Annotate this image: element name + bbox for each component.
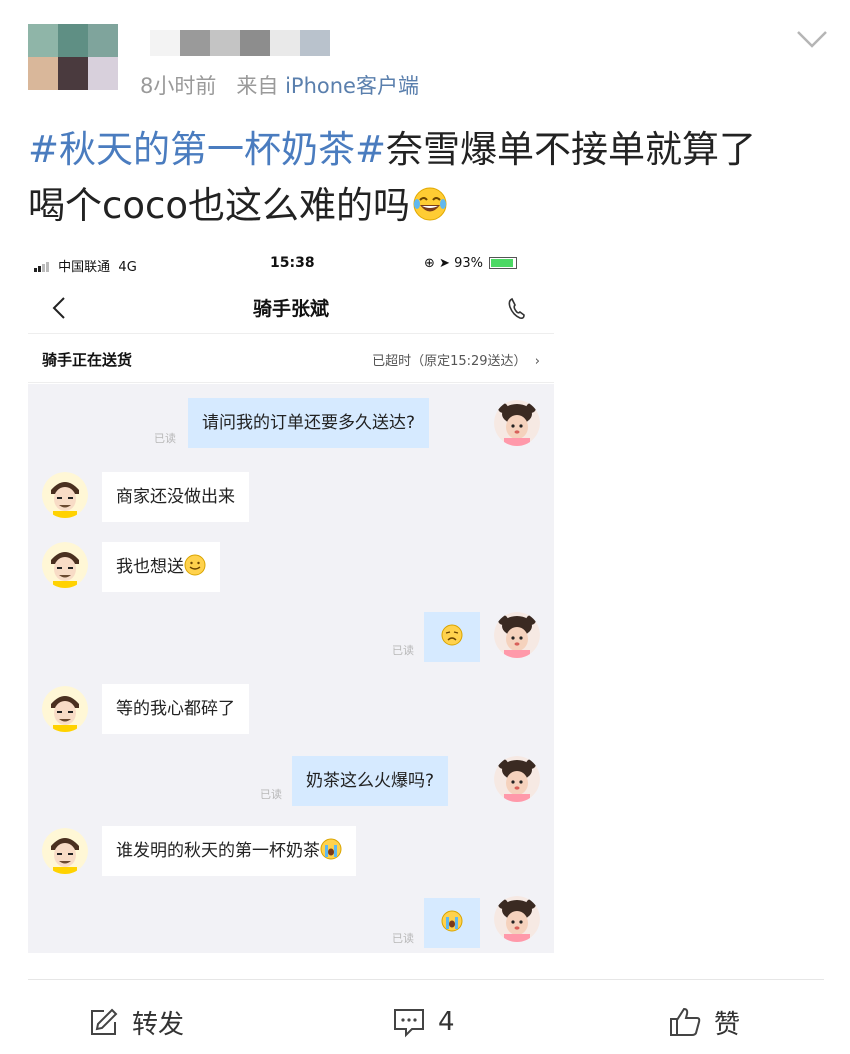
cry-emoji-icon bbox=[441, 910, 463, 932]
rider-avatar[interactable] bbox=[42, 828, 88, 874]
username[interactable] bbox=[150, 30, 330, 56]
cry-emoji-icon bbox=[320, 838, 342, 860]
phone-status-bar: 中国联通 4G 15:38 ⊕ ➤ 93% bbox=[28, 248, 554, 282]
chat-area: 已读 请问我的订单还要多久送达? 商家还没做出来 我也想送 已读 等的我心都碎了 bbox=[28, 384, 554, 953]
rider-avatar[interactable] bbox=[42, 472, 88, 518]
chat-bubble-text: 我也想送 bbox=[116, 557, 184, 577]
post-source[interactable]: iPhone客户端 bbox=[285, 74, 419, 98]
post-header: 8小时前 来自 iPhone客户端 bbox=[0, 0, 850, 110]
read-receipt: 已读 bbox=[392, 644, 414, 657]
read-receipt: 已读 bbox=[392, 932, 414, 945]
chevron-right-icon: › bbox=[534, 354, 540, 369]
chat-bubble-rider[interactable]: 等的我心都碎了 bbox=[102, 684, 249, 734]
chat-bubble-rider[interactable]: 谁发明的秋天的第一杯奶茶 bbox=[102, 826, 356, 876]
footer-divider bbox=[28, 979, 824, 980]
post-meta: 8小时前 来自 iPhone客户端 bbox=[140, 70, 419, 100]
status-time: 15:38 bbox=[270, 255, 315, 271]
chat-navbar: 骑手张斌 bbox=[28, 282, 554, 334]
user-avatar[interactable] bbox=[28, 24, 118, 90]
signal-icon bbox=[34, 261, 50, 276]
chat-bubble-me[interactable] bbox=[424, 612, 480, 662]
chat-bubble-me[interactable]: 奶茶这么火爆吗? bbox=[292, 756, 449, 806]
like-button[interactable]: 赞 bbox=[668, 1002, 740, 1042]
rider-avatar[interactable] bbox=[42, 542, 88, 588]
post-text-line2: 喝个coco也这么难的吗 bbox=[28, 184, 410, 227]
repost-icon bbox=[91, 1008, 118, 1035]
user-chat-avatar[interactable] bbox=[494, 756, 540, 802]
embedded-chat-screenshot[interactable]: 中国联通 4G 15:38 ⊕ ➤ 93% 骑手张斌 骑手正在送货 已超时（原定… bbox=[28, 248, 554, 953]
user-chat-avatar[interactable] bbox=[494, 400, 540, 446]
read-receipt: 已读 bbox=[154, 432, 176, 445]
like-label: 赞 bbox=[714, 1009, 741, 1040]
read-receipt: 已读 bbox=[260, 788, 282, 801]
laugh-cry-emoji-icon bbox=[413, 187, 447, 221]
chat-bubble-rider[interactable]: 我也想送 bbox=[102, 542, 220, 592]
chat-bubble-me[interactable]: 请问我的订单还要多久送达? bbox=[188, 398, 430, 448]
thumbs-up-icon bbox=[670, 1007, 701, 1036]
alarm-icon: ⊕ bbox=[424, 256, 435, 271]
post-time: 8小时前 bbox=[140, 74, 217, 98]
post-text-line1: 奈雪爆单不接单就算了 bbox=[386, 128, 757, 171]
comment-button[interactable]: 4 bbox=[392, 1002, 455, 1042]
phone-call-icon[interactable] bbox=[504, 294, 528, 322]
chat-bubble-text: 谁发明的秋天的第一杯奶茶 bbox=[116, 841, 320, 861]
repost-label: 转发 bbox=[132, 1009, 185, 1040]
repost-button[interactable]: 转发 bbox=[88, 1002, 184, 1042]
chevron-down-icon[interactable] bbox=[796, 28, 828, 50]
delivery-status-bar[interactable]: 骑手正在送货 已超时（原定15:29送达） › bbox=[28, 335, 554, 383]
smile-emoji-icon bbox=[184, 554, 206, 576]
battery-icon bbox=[489, 257, 518, 269]
hashtag-link[interactable]: #秋天的第一杯奶茶# bbox=[28, 128, 386, 171]
delivery-eta: 已超时（原定15:29送达） bbox=[372, 354, 527, 369]
post-text: #秋天的第一杯奶茶#奈雪爆单不接单就算了 喝个coco也这么难的吗 bbox=[28, 122, 828, 234]
battery-percent: 93% bbox=[454, 256, 483, 271]
location-icon: ➤ bbox=[439, 256, 450, 271]
chat-bubble-me[interactable] bbox=[424, 898, 480, 948]
user-chat-avatar[interactable] bbox=[494, 612, 540, 658]
carrier-name: 中国联通 bbox=[58, 260, 111, 275]
comment-count: 4 bbox=[438, 1007, 455, 1037]
rider-avatar[interactable] bbox=[42, 686, 88, 732]
network-type: 4G bbox=[118, 260, 137, 275]
comment-icon bbox=[394, 1009, 424, 1038]
post-actions: 转发 4 赞 bbox=[0, 990, 850, 1054]
sad-emoji-icon bbox=[441, 624, 463, 646]
delivery-status: 骑手正在送货 bbox=[42, 351, 133, 369]
user-chat-avatar[interactable] bbox=[494, 896, 540, 942]
chat-bubble-rider[interactable]: 商家还没做出来 bbox=[102, 472, 249, 522]
chat-title: 骑手张斌 bbox=[252, 298, 329, 320]
post-from-label: 来自 bbox=[236, 74, 279, 98]
